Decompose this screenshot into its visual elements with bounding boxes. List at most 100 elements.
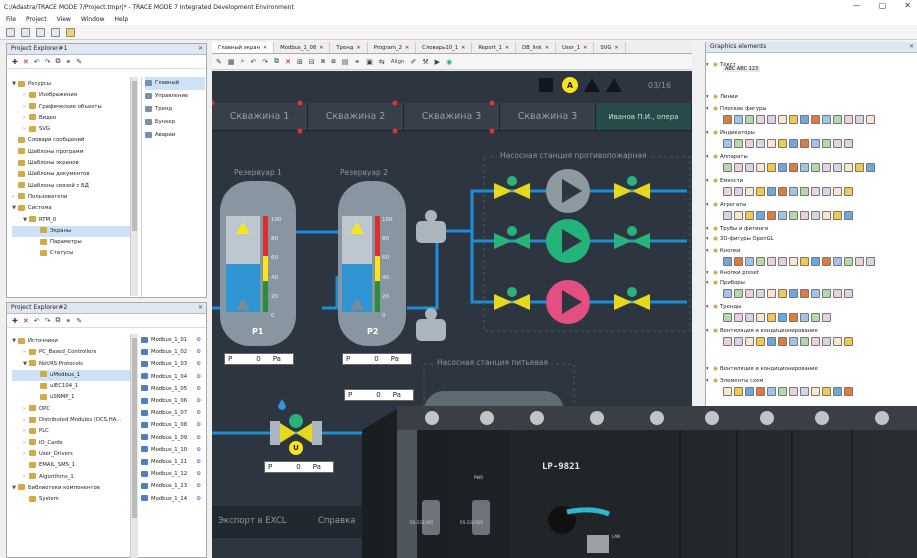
save-icon[interactable]	[36, 27, 45, 37]
element-icon[interactable]	[789, 313, 798, 322]
add-icon[interactable]: ✚	[12, 317, 18, 325]
tab-4[interactable]: Словарь10_1 ✕	[416, 42, 473, 53]
graphics-section[interactable]: ▾ ▣ Элементы схем	[706, 378, 763, 384]
element-icon[interactable]	[855, 257, 864, 266]
gear-icon[interactable]: ⚙	[196, 395, 201, 407]
element-icon[interactable]	[789, 257, 798, 266]
tree-item[interactable]: › Графические объекты	[12, 102, 130, 113]
element-icon[interactable]	[833, 139, 842, 148]
element-icon[interactable]	[767, 139, 776, 148]
tab-6[interactable]: DB_link ✕	[516, 42, 557, 53]
explorer1-scrollbar[interactable]	[130, 77, 138, 296]
delete-icon[interactable]: ✕	[23, 58, 29, 66]
chevron-down-icon[interactable]: ▾	[706, 280, 713, 286]
screen-list-item[interactable]: Тренд	[145, 103, 205, 116]
chevron-down-icon[interactable]: ▾	[706, 226, 713, 232]
element-icon[interactable]	[822, 289, 831, 298]
undo-icon[interactable]: ↶	[34, 317, 40, 325]
element-icon[interactable]	[844, 211, 853, 220]
element-icon[interactable]	[789, 163, 798, 172]
element-icon[interactable]	[767, 163, 776, 172]
element-icon[interactable]	[811, 163, 820, 172]
graphics-section[interactable]: ▾ ▣ Индикаторы	[706, 130, 755, 136]
tab-3[interactable]: Program_2 ✕	[368, 42, 417, 53]
grid-icon[interactable]: ▦	[228, 58, 235, 66]
link-icon[interactable]: ⚭	[66, 58, 72, 66]
tab-1[interactable]: Modbus_1_08 ✕	[274, 42, 331, 53]
element-icon[interactable]	[723, 115, 732, 124]
tab-0[interactable]: Главный экран ✕	[212, 42, 275, 53]
tree-item[interactable]: Экраны	[12, 225, 130, 238]
delete-icon[interactable]: ✕	[23, 317, 29, 325]
channel-list-item[interactable]: Modbus_1_06 ⚙	[141, 395, 205, 407]
element-icon[interactable]	[789, 211, 798, 220]
tree-item[interactable]: › OPC	[12, 404, 130, 415]
tab-close-icon[interactable]: ✕	[319, 45, 323, 51]
element-icon[interactable]	[789, 387, 798, 396]
channel-list-item[interactable]: Modbus_1_01 ⚙	[141, 334, 205, 346]
element-icon[interactable]	[833, 257, 842, 266]
element-icon[interactable]	[756, 187, 765, 196]
chevron-down-icon[interactable]: ▾	[706, 366, 713, 372]
element-icon[interactable]	[789, 139, 798, 148]
tree-item[interactable]: Шаблоны программ	[12, 147, 130, 158]
chevron-down-icon[interactable]: ▾	[706, 378, 713, 384]
link-icon[interactable]: ⚭	[354, 58, 360, 66]
element-icon[interactable]	[745, 187, 754, 196]
front-icon[interactable]: ⧈	[321, 57, 325, 66]
chevron-down-icon[interactable]: ▾	[706, 328, 713, 334]
element-icon[interactable]	[800, 289, 809, 298]
element-icon[interactable]	[756, 163, 765, 172]
ungroup-icon[interactable]: ⊟	[309, 58, 315, 66]
pointer-icon[interactable]: ✎	[216, 58, 222, 66]
undo-icon[interactable]: ↶	[34, 58, 40, 66]
element-icon[interactable]	[789, 289, 798, 298]
channel-list-item[interactable]: Modbus_1_14 ⚙	[141, 493, 205, 505]
chevron-down-icon[interactable]: ▾	[706, 62, 713, 68]
element-icon[interactable]	[767, 337, 776, 346]
undo-icon[interactable]: ↶	[250, 58, 256, 66]
menu-file[interactable]: File	[6, 16, 16, 23]
element-icon[interactable]	[822, 187, 831, 196]
cut-icon[interactable]: ✕	[285, 58, 291, 66]
tree-item[interactable]: Параметры	[12, 237, 130, 248]
element-icon[interactable]	[778, 187, 787, 196]
panel-close-icon[interactable]: ✕	[198, 303, 203, 313]
zoom-icon[interactable]: ⌕	[241, 57, 245, 66]
gear-icon[interactable]: ⚙	[196, 444, 201, 456]
graphics-section[interactable]: ▾ ▣ Трубы и фитинги	[706, 226, 768, 232]
channel-list-item[interactable]: Modbus_1_09 ⚙	[141, 432, 205, 444]
graphics-section[interactable]: ▾ ▣ Кнопки preset	[706, 270, 759, 276]
element-icon[interactable]	[723, 387, 732, 396]
tree-item[interactable]: › PC_Based_Controllers	[12, 347, 130, 358]
element-icon[interactable]	[866, 257, 875, 266]
align-icon[interactable]: ⇆	[379, 58, 385, 66]
graphics-section[interactable]: ▾ ▣ Вентиляция и кондиционирование	[706, 366, 818, 372]
element-icon[interactable]	[833, 163, 842, 172]
maximize-button[interactable]: ▢	[879, 1, 887, 10]
graphics-section[interactable]: ▾ ▣ Тренды	[706, 304, 741, 310]
element-icon[interactable]	[800, 257, 809, 266]
element-icon[interactable]	[844, 257, 853, 266]
element-icon[interactable]	[723, 313, 732, 322]
element-icon[interactable]	[800, 313, 809, 322]
gear-icon[interactable]: ⚙	[196, 480, 201, 492]
element-icon[interactable]	[756, 289, 765, 298]
element-icon[interactable]	[723, 139, 732, 148]
tree-item[interactable]: System	[12, 494, 130, 505]
graphics-section[interactable]: ▾ ▣ Приборы	[706, 280, 745, 286]
copy-icon[interactable]: ⧉	[274, 57, 279, 66]
explorer2-scrollbar[interactable]	[130, 334, 138, 558]
element-icon[interactable]	[723, 257, 732, 266]
element-icon[interactable]	[844, 187, 853, 196]
graphics-section[interactable]: ▾ ▣ 3D-фигуры OpenGL	[706, 236, 774, 242]
element-icon[interactable]	[756, 211, 765, 220]
element-icon[interactable]	[745, 289, 754, 298]
element-icon[interactable]	[811, 289, 820, 298]
graphics-section[interactable]: ▾ ▣ Линии	[706, 94, 738, 100]
tree-item[interactable]: › IO_Cards	[12, 438, 130, 449]
tree-item[interactable]: › Algorithms_1	[12, 472, 130, 483]
chevron-down-icon[interactable]: ▾	[706, 270, 713, 276]
tab-close-icon[interactable]: ✕	[545, 45, 549, 51]
element-icon[interactable]	[800, 211, 809, 220]
